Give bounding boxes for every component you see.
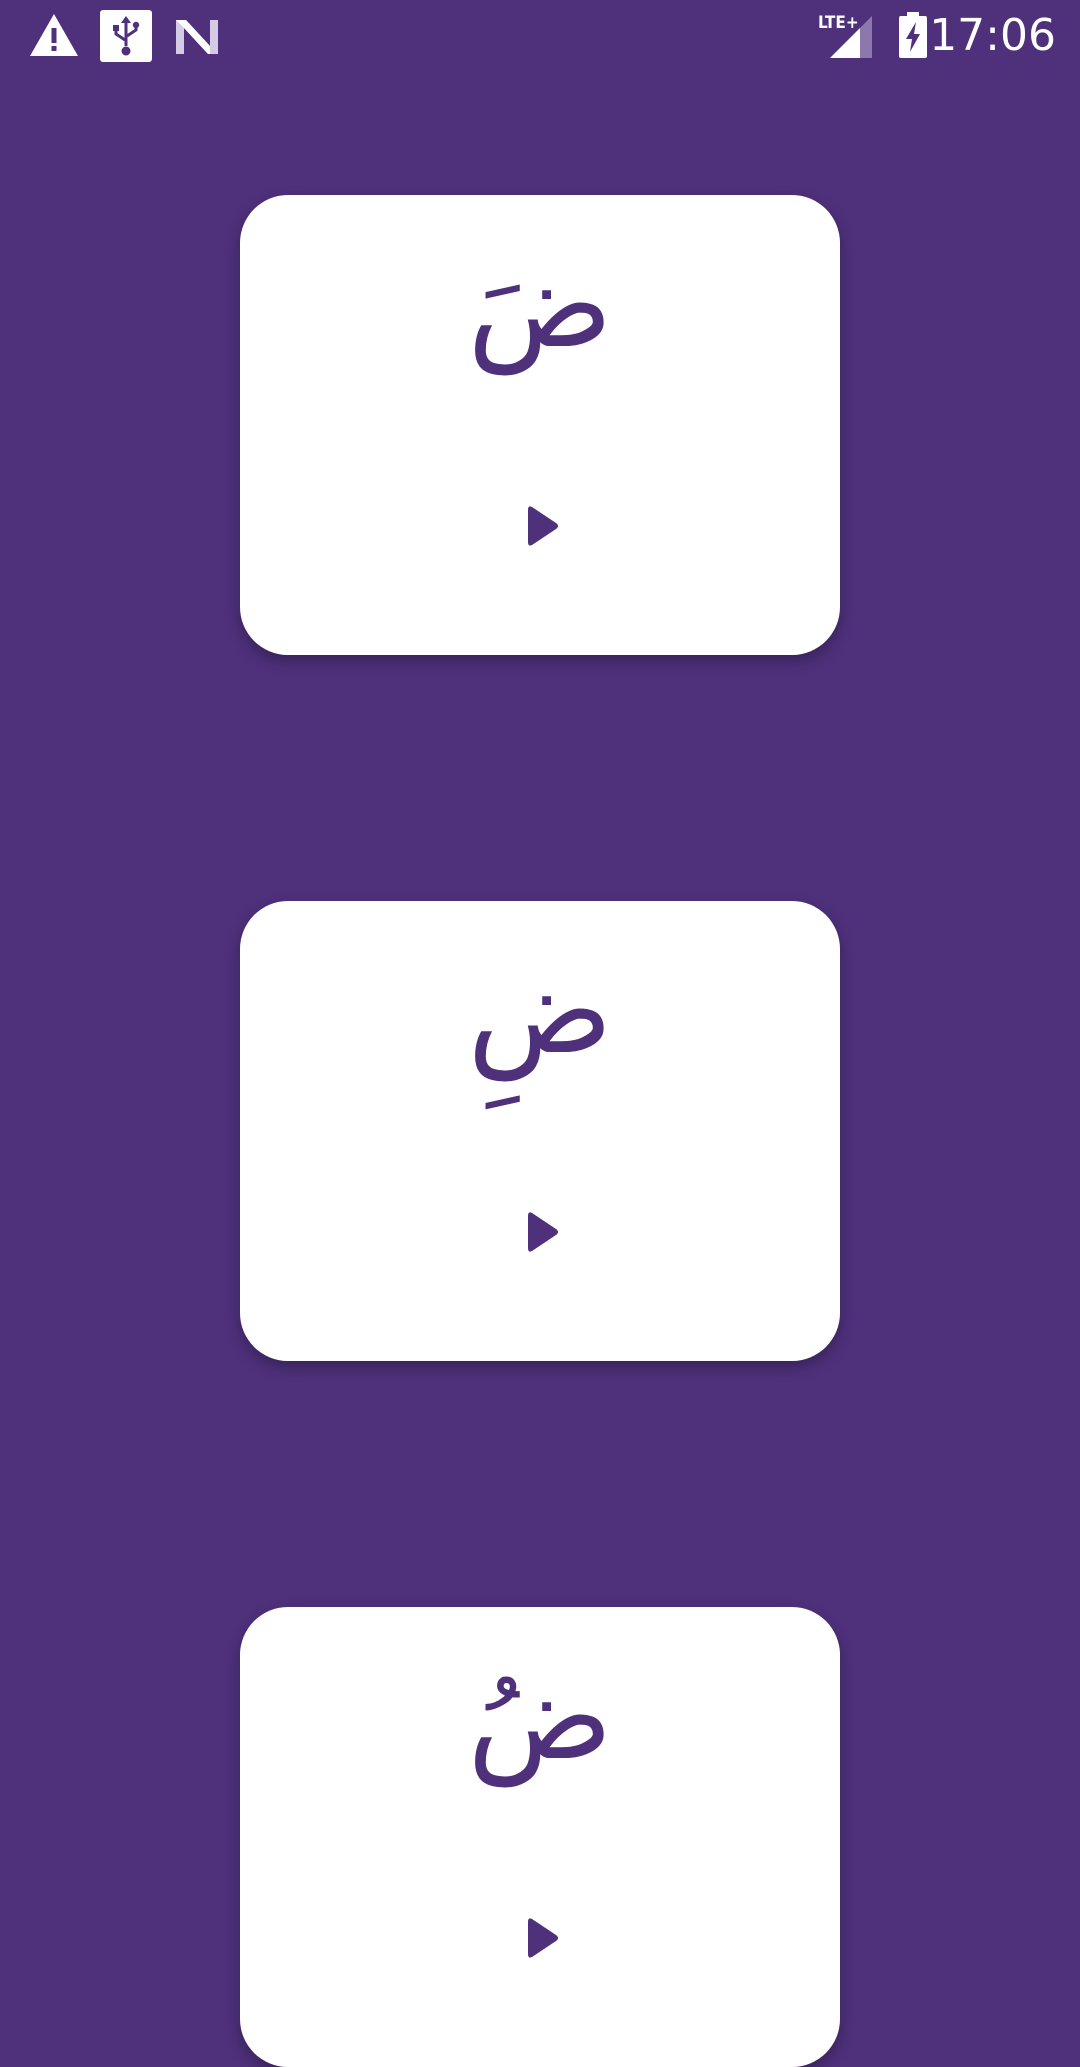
battery-charging-icon bbox=[899, 12, 927, 58]
play-icon[interactable] bbox=[510, 495, 570, 555]
arabic-letter: ضِ bbox=[467, 942, 613, 1081]
arabic-letter: ضَ bbox=[467, 236, 613, 375]
play-icon[interactable] bbox=[510, 1907, 570, 1967]
letter-card-fatha[interactable]: ضَ bbox=[240, 195, 840, 655]
letter-card-kasra[interactable]: ضِ bbox=[240, 901, 840, 1361]
status-time: 17:06 bbox=[929, 10, 1056, 61]
network-type-label: LTE+ bbox=[818, 13, 859, 33]
play-icon[interactable] bbox=[510, 1201, 570, 1261]
n-logo-icon bbox=[176, 20, 218, 54]
arabic-letter: ضُ bbox=[467, 1648, 613, 1787]
status-bar: LTE+ 17:06 bbox=[0, 0, 1080, 72]
warning-icon bbox=[30, 14, 78, 56]
letter-card-damma[interactable]: ضُ bbox=[240, 1607, 840, 2067]
signal-icon: LTE+ bbox=[818, 13, 872, 58]
usb-icon bbox=[100, 10, 152, 62]
